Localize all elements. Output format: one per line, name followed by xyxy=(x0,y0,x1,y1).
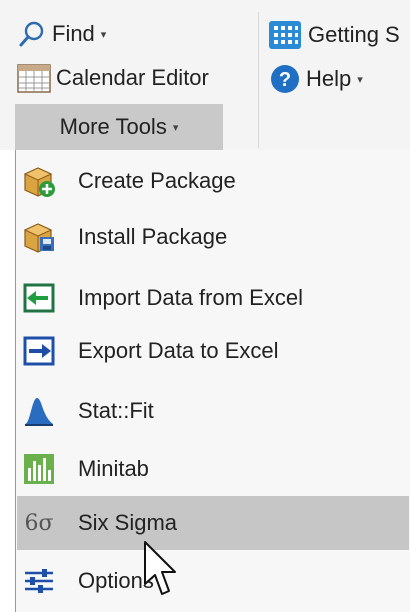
chevron-down-icon: ▾ xyxy=(100,28,107,41)
menu-item-options[interactable]: Options xyxy=(17,554,409,608)
excel-import-icon xyxy=(22,281,56,315)
menu-item-label: Export Data to Excel xyxy=(78,338,279,363)
menu-item-label: Stat::Fit xyxy=(78,398,154,423)
sliders-icon xyxy=(22,564,56,598)
find-button[interactable]: Find ▾ xyxy=(18,20,106,48)
menu-item-install-package[interactable]: Install Package xyxy=(17,210,409,264)
menu-item-label: Minitab xyxy=(78,456,149,481)
menu-item-label: Install Package xyxy=(78,224,228,249)
menu-item-import-excel[interactable]: Import Data from Excel xyxy=(17,271,409,325)
menu-item-statfit[interactable]: Stat::Fit xyxy=(17,384,409,438)
chevron-down-icon: ▾ xyxy=(172,121,179,134)
package-add-icon xyxy=(22,164,56,198)
help-icon: ? xyxy=(270,64,300,94)
more-tools-button[interactable]: More Tools ▾ xyxy=(15,104,223,150)
mouse-cursor-icon xyxy=(144,541,176,595)
six-sigma-icon: 6σ xyxy=(24,510,54,536)
package-install-icon xyxy=(22,220,56,254)
calendar-editor-label: Calendar Editor xyxy=(56,65,209,90)
search-icon xyxy=(18,20,46,48)
help-button[interactable]: ? Help ▾ xyxy=(270,64,363,94)
menu-item-six-sigma[interactable]: 6σ Six Sigma xyxy=(17,496,409,550)
menu-item-label: Create Package xyxy=(78,168,236,193)
more-tools-menu: Create Package Install Package Import Da… xyxy=(15,150,410,612)
menu-item-label: Import Data from Excel xyxy=(78,285,303,310)
help-label: Help xyxy=(306,66,352,91)
find-label: Find xyxy=(52,21,95,46)
getting-started-button[interactable]: Getting S xyxy=(268,20,400,50)
svg-text:?: ? xyxy=(279,69,291,91)
distribution-icon xyxy=(22,394,56,428)
calendar-icon xyxy=(16,62,52,94)
menu-item-export-excel[interactable]: Export Data to Excel xyxy=(17,324,409,378)
menu-item-create-package[interactable]: Create Package xyxy=(17,154,409,208)
getting-started-label: Getting S xyxy=(308,22,400,47)
more-tools-label: More Tools xyxy=(59,114,167,139)
menu-item-minitab[interactable]: Minitab xyxy=(17,442,409,496)
ribbon-separator xyxy=(258,12,259,148)
bar-chart-icon xyxy=(22,452,56,486)
ribbon: Find ▾ Calendar Editor More Tools ▾ Gett… xyxy=(0,0,410,150)
grid-icon xyxy=(268,20,302,50)
excel-export-icon xyxy=(22,334,56,368)
chevron-down-icon: ▾ xyxy=(357,73,363,86)
calendar-editor-button[interactable]: Calendar Editor xyxy=(16,62,209,94)
menu-item-label: Six Sigma xyxy=(78,510,178,535)
